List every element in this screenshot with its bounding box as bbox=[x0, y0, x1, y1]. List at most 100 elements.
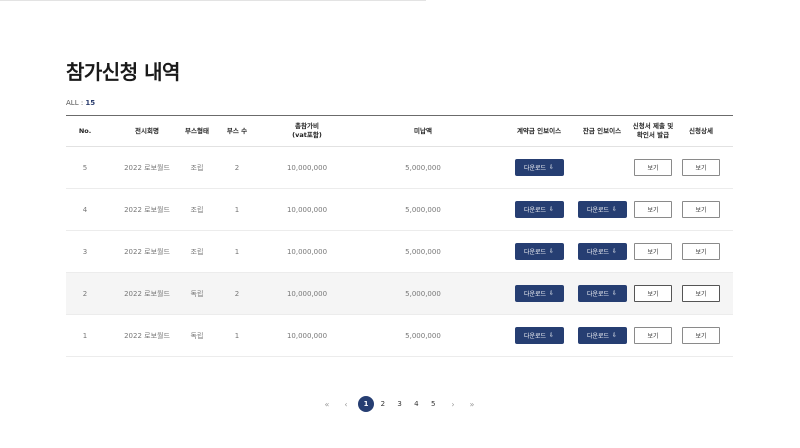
row-application-cell: 보기 bbox=[631, 273, 675, 314]
header-total-fee: 총참가비 (vat포함) bbox=[272, 116, 342, 146]
header-application: 신청서 제출 및 확인서 발급 bbox=[631, 116, 675, 146]
download-icon: ⇩ bbox=[612, 290, 618, 297]
deposit-invoice-download-button[interactable]: 다운로드 ⇩ bbox=[514, 243, 564, 260]
application-view-button[interactable]: 보기 bbox=[634, 243, 672, 260]
application-view-button[interactable]: 보기 bbox=[634, 201, 672, 218]
table-row: 2 2022 로보월드 독립 2 10,000,000 5,000,000 다운로드 ⇩ … bbox=[66, 273, 733, 315]
table-row: 3 2022 로보월드 조립 1 10,000,000 5,000,000 다운로드 ⇩ … bbox=[66, 231, 733, 273]
row-deposit-invoice-cell: 다운로드 ⇩ bbox=[510, 315, 568, 356]
row-no: 4 bbox=[82, 205, 88, 214]
header-no: No. bbox=[78, 126, 92, 135]
row-total-fee: 10,000,000 bbox=[286, 289, 328, 298]
row-booth-type: 조립 bbox=[190, 205, 204, 214]
row-total-fee: 10,000,000 bbox=[286, 163, 328, 172]
header-booth-type: 부스형태 bbox=[185, 126, 209, 135]
download-button-label: 다운로드 bbox=[586, 333, 610, 340]
download-icon: ⇩ bbox=[549, 248, 555, 255]
page-1-button[interactable]: 1 bbox=[358, 396, 374, 412]
download-icon: ⇩ bbox=[549, 164, 555, 171]
next-page-button[interactable]: › bbox=[445, 396, 461, 412]
detail-view-button[interactable]: 보기 bbox=[682, 285, 720, 302]
application-table: No. 전시회명 부스형태 부스 수 총참가비 (vat포함) 미납액 계약금 … bbox=[66, 115, 733, 357]
page-title: 참가신청 내역 bbox=[66, 60, 180, 84]
last-page-button[interactable]: » bbox=[464, 396, 480, 412]
download-button-label: 다운로드 bbox=[586, 207, 610, 214]
deposit-invoice-download-button[interactable]: 다운로드 ⇩ bbox=[514, 327, 564, 344]
row-booth-type: 조립 bbox=[190, 163, 204, 172]
first-page-button[interactable]: « bbox=[319, 396, 335, 412]
table-body: 5 2022 로보월드 조립 2 10,000,000 5,000,000 다운로드 ⇩ … bbox=[66, 147, 733, 357]
header-detail: 신청상세 bbox=[689, 126, 713, 135]
row-booth-count: 2 bbox=[234, 289, 240, 298]
prev-page-button[interactable]: ‹ bbox=[338, 396, 354, 412]
download-button-label: 다운로드 bbox=[586, 291, 610, 298]
row-total-fee: 10,000,000 bbox=[286, 247, 328, 256]
row-detail-cell: 보기 bbox=[681, 273, 721, 314]
page-5-button[interactable]: 5 bbox=[425, 396, 441, 412]
row-unpaid: 5,000,000 bbox=[405, 247, 441, 256]
header-total-fee-line1: 총참가비 bbox=[295, 122, 319, 131]
table-header: No. 전시회명 부스형태 부스 수 총참가비 (vat포함) 미납액 계약금 … bbox=[66, 116, 733, 147]
row-deposit-invoice-cell: 다운로드 ⇩ bbox=[510, 189, 568, 230]
total-count-value: 15 bbox=[85, 99, 96, 107]
top-divider bbox=[0, 0, 426, 1]
balance-invoice-download-button[interactable]: 다운로드 ⇩ bbox=[577, 285, 627, 302]
table-row: 5 2022 로보월드 조립 2 10,000,000 5,000,000 다운로드 ⇩ … bbox=[66, 147, 733, 189]
header-unpaid: 미납액 bbox=[414, 126, 432, 135]
balance-invoice-download-button[interactable]: 다운로드 ⇩ bbox=[577, 243, 627, 260]
deposit-invoice-download-button[interactable]: 다운로드 ⇩ bbox=[514, 201, 564, 218]
download-button-label: 다운로드 bbox=[586, 249, 610, 256]
row-exhibition-name: 2022 로보월드 bbox=[124, 205, 170, 214]
row-unpaid: 5,000,000 bbox=[405, 331, 441, 340]
header-application-line1: 신청서 제출 및 bbox=[632, 122, 674, 131]
balance-invoice-download-button[interactable]: 다운로드 ⇩ bbox=[577, 201, 627, 218]
row-detail-cell: 보기 bbox=[681, 231, 721, 272]
detail-view-button[interactable]: 보기 bbox=[682, 243, 720, 260]
download-button-label: 다운로드 bbox=[523, 333, 547, 340]
page-4-button[interactable]: 4 bbox=[408, 396, 424, 412]
total-count-label: ALL : bbox=[66, 99, 86, 107]
detail-view-button[interactable]: 보기 bbox=[682, 327, 720, 344]
row-application-cell: 보기 bbox=[631, 231, 675, 272]
detail-view-button[interactable]: 보기 bbox=[682, 159, 720, 176]
deposit-invoice-download-button[interactable]: 다운로드 ⇩ bbox=[514, 285, 564, 302]
download-button-label: 다운로드 bbox=[523, 249, 547, 256]
row-booth-count: 2 bbox=[234, 163, 240, 172]
application-view-button[interactable]: 보기 bbox=[634, 285, 672, 302]
row-booth-count: 1 bbox=[234, 247, 240, 256]
row-unpaid: 5,000,000 bbox=[405, 205, 441, 214]
deposit-invoice-download-button[interactable]: 다운로드 ⇩ bbox=[514, 159, 564, 176]
row-balance-invoice-cell: 다운로드 ⇩ bbox=[572, 231, 632, 272]
application-view-button[interactable]: 보기 bbox=[634, 159, 672, 176]
row-exhibition-name: 2022 로보월드 bbox=[124, 289, 170, 298]
row-exhibition-name: 2022 로보월드 bbox=[124, 331, 170, 340]
row-application-cell: 보기 bbox=[631, 189, 675, 230]
download-button-label: 다운로드 bbox=[523, 207, 547, 214]
header-deposit-invoice: 계약금 인보이스 bbox=[516, 126, 562, 135]
table-row: 1 2022 로보월드 독립 1 10,000,000 5,000,000 다운로드 ⇩ … bbox=[66, 315, 733, 357]
application-view-button[interactable]: 보기 bbox=[634, 327, 672, 344]
row-booth-count: 1 bbox=[234, 205, 240, 214]
row-unpaid: 5,000,000 bbox=[405, 289, 441, 298]
row-application-cell: 보기 bbox=[631, 147, 675, 188]
download-button-label: 다운로드 bbox=[523, 291, 547, 298]
row-detail-cell: 보기 bbox=[681, 189, 721, 230]
download-icon: ⇩ bbox=[549, 332, 555, 339]
row-no: 2 bbox=[82, 289, 88, 298]
row-total-fee: 10,000,000 bbox=[286, 331, 328, 340]
balance-invoice-download-button[interactable]: 다운로드 ⇩ bbox=[577, 327, 627, 344]
download-icon: ⇩ bbox=[549, 290, 555, 297]
page-3-button[interactable]: 3 bbox=[392, 396, 408, 412]
header-exhibition-name: 전시회명 bbox=[135, 126, 159, 135]
header-application-line2: 확인서 발급 bbox=[636, 131, 670, 139]
row-balance-invoice-cell: 다운로드 ⇩ bbox=[572, 273, 632, 314]
page-2-button[interactable]: 2 bbox=[375, 396, 391, 412]
download-icon: ⇩ bbox=[612, 248, 618, 255]
row-deposit-invoice-cell: 다운로드 ⇩ bbox=[510, 147, 568, 188]
download-icon: ⇩ bbox=[549, 206, 555, 213]
row-booth-count: 1 bbox=[234, 331, 240, 340]
header-balance-invoice: 잔금 인보이스 bbox=[582, 126, 622, 135]
detail-view-button[interactable]: 보기 bbox=[682, 201, 720, 218]
row-booth-type: 독립 bbox=[190, 289, 204, 298]
row-application-cell: 보기 bbox=[631, 315, 675, 356]
